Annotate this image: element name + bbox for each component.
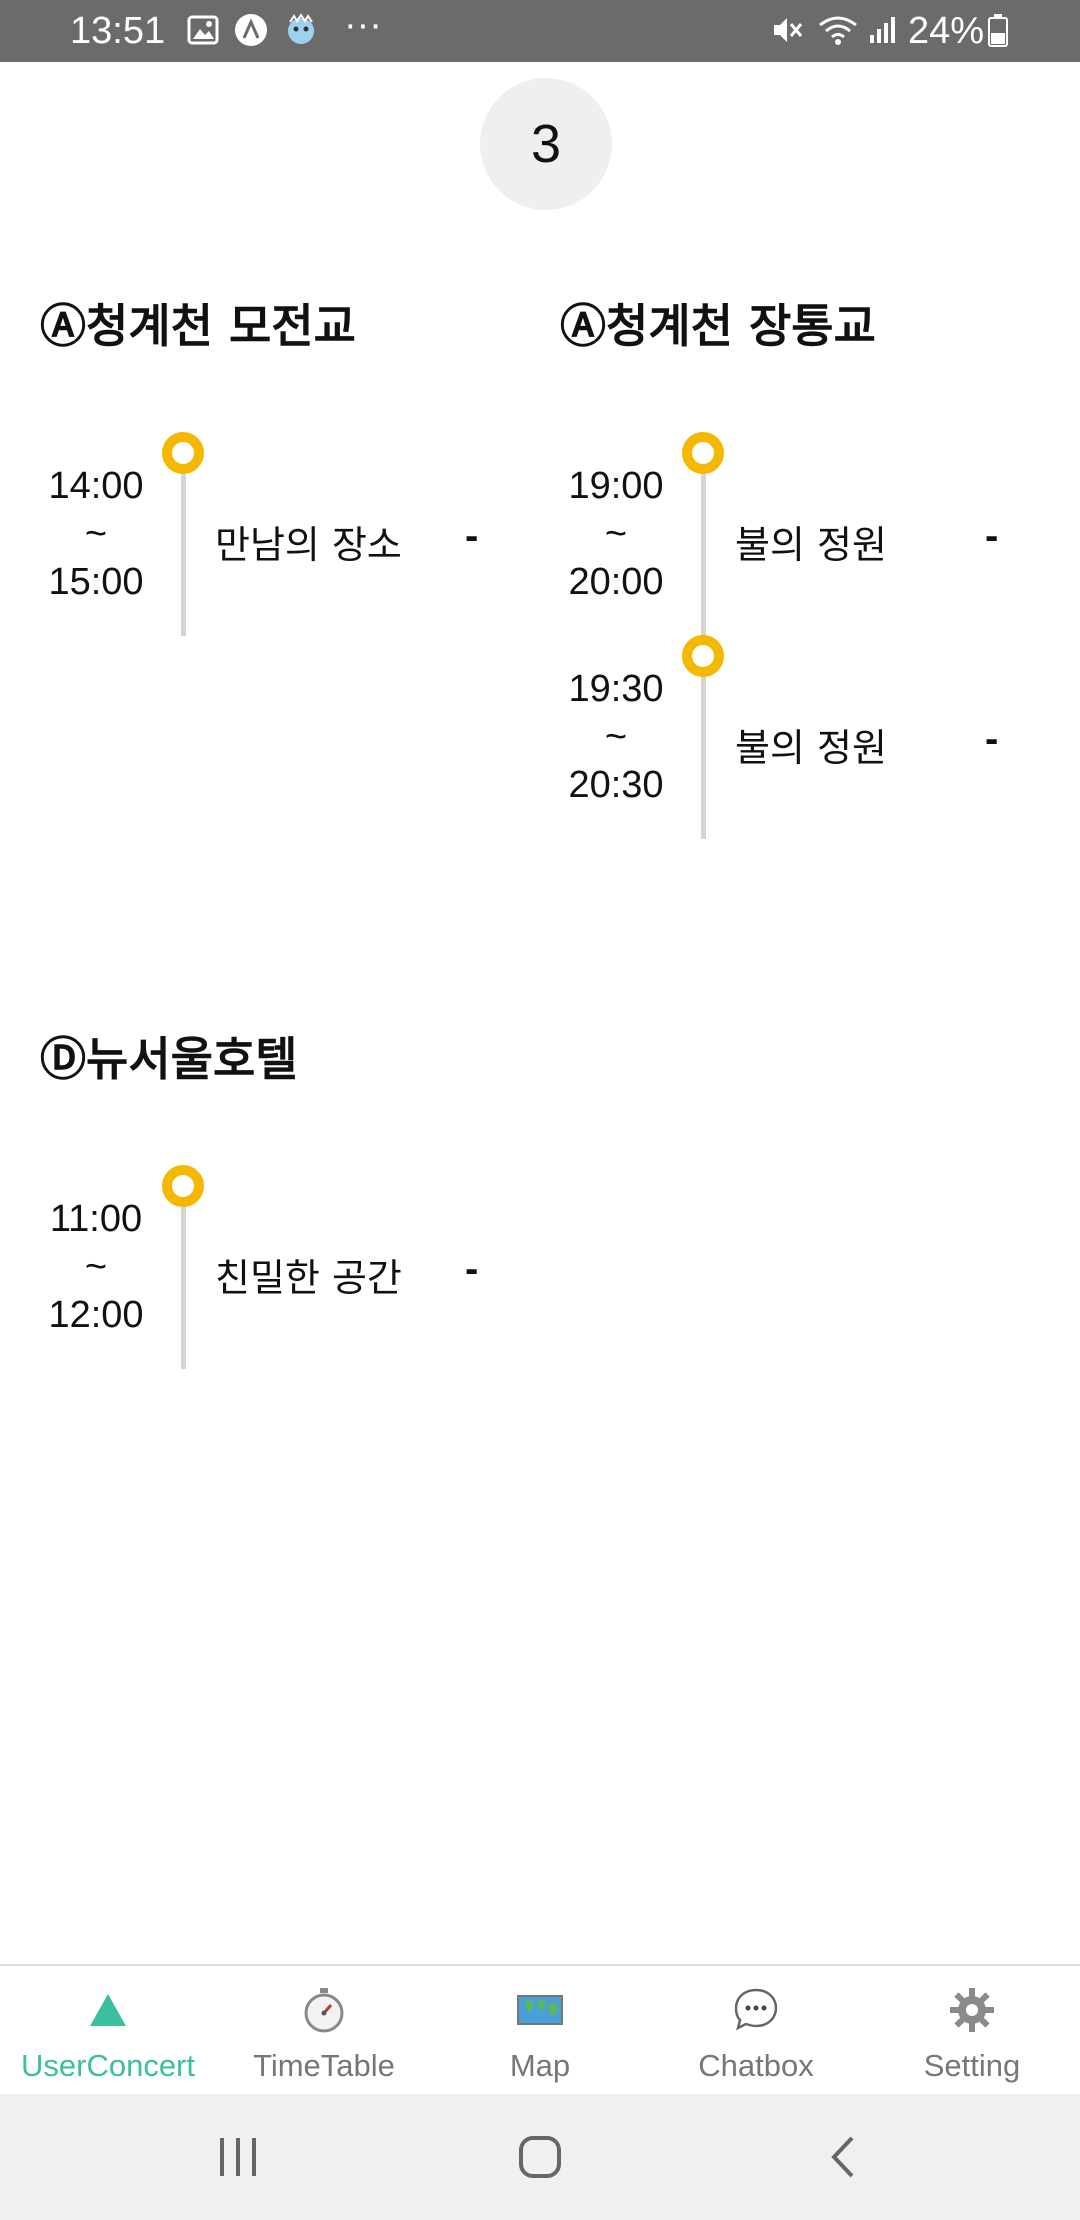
end-time: 20:00 — [568, 561, 664, 603]
timeline-dot-icon — [682, 432, 724, 474]
end-time: 15:00 — [48, 561, 144, 603]
event-dash: - — [465, 514, 479, 558]
event-name: 불의 정원 — [735, 726, 887, 770]
mute-icon — [774, 18, 803, 42]
time-separator: ~ — [604, 513, 628, 555]
status-bar: 13:51 ··· 24% — [0, 0, 1080, 62]
event-item[interactable]: 14:00 ~ 15:00 만남의 장소 - — [40, 432, 540, 636]
event-time: 19:00 ~ 20:00 — [560, 462, 672, 606]
stage-section: Ⓓ뉴서울호텔 11:00 ~ 12:00 친밀한 공간 - — [40, 1023, 540, 1383]
start-time: 14:00 — [48, 465, 144, 507]
more-notifications-icon: ··· — [344, 4, 382, 46]
world-map-icon — [517, 1995, 563, 2025]
time-separator: ~ — [84, 1246, 108, 1288]
time-separator: ~ — [84, 513, 108, 555]
timeline-line — [701, 663, 706, 839]
nav-item-map[interactable]: Map — [432, 1966, 648, 2096]
nav-item-chatbox[interactable]: Chatbox — [648, 1966, 864, 2096]
gallery-icon — [187, 15, 219, 45]
timeline-dot-icon — [162, 432, 204, 474]
end-time: 12:00 — [48, 1294, 144, 1336]
timeline-dot-icon — [682, 635, 724, 677]
battery-icon — [988, 14, 1008, 47]
event-dash: - — [985, 717, 999, 761]
stage-title: Ⓓ뉴서울호텔 — [40, 1032, 298, 1086]
event-time: 14:00 ~ 15:00 — [40, 462, 152, 606]
timeline-line — [701, 460, 706, 636]
stage-title: Ⓐ청계천 모전교 — [40, 299, 356, 353]
time-separator: ~ — [604, 716, 628, 758]
nav-label: UserConcert — [21, 2048, 195, 2083]
nav-item-userconcert[interactable]: UserConcert — [0, 1966, 216, 2096]
battery-percent: 24% — [908, 10, 985, 52]
stage-section: Ⓐ청계천 장통교 19:00 ~ 20:00 불의 정원 - 19:30 ~ 2… — [560, 290, 1060, 850]
back-icon[interactable] — [802, 2124, 882, 2190]
end-time: 20:30 — [568, 764, 664, 806]
nav-label: TimeTable — [253, 2048, 395, 2083]
event-time: 19:30 ~ 20:30 — [560, 665, 672, 809]
start-time: 19:00 — [568, 465, 664, 507]
event-item[interactable]: 11:00 ~ 12:00 친밀한 공간 - — [40, 1165, 540, 1369]
nav-item-timetable[interactable]: TimeTable — [216, 1966, 432, 2096]
mascot-app-icon — [288, 13, 314, 44]
event-item[interactable]: 19:00 ~ 20:00 불의 정원 - — [560, 432, 1060, 636]
event-dash: - — [985, 514, 999, 558]
chat-bubble-icon — [734, 1988, 778, 2031]
app-a-icon — [235, 14, 267, 46]
start-time: 19:30 — [568, 668, 664, 710]
stopwatch-icon — [304, 1988, 344, 2033]
day-badge[interactable]: 3 — [480, 78, 612, 210]
home-icon[interactable] — [500, 2124, 580, 2190]
gear-icon — [950, 1988, 994, 2032]
nav-label: Setting — [923, 2048, 1021, 2083]
timeline-dot-icon — [162, 1165, 204, 1207]
event-time: 11:00 ~ 12:00 — [40, 1195, 152, 1339]
recent-apps-icon[interactable] — [198, 2124, 278, 2190]
timeline-line — [181, 460, 186, 636]
event-name: 만남의 장소 — [215, 523, 402, 567]
system-nav-bar — [0, 2094, 1080, 2220]
event-name: 불의 정원 — [735, 523, 887, 567]
stage-title: Ⓐ청계천 장통교 — [560, 299, 876, 353]
event-item[interactable]: 19:30 ~ 20:30 불의 정원 - — [560, 635, 1060, 839]
status-time: 13:51 — [70, 10, 166, 52]
start-time: 11:00 — [49, 1198, 143, 1240]
nav-item-setting[interactable]: Setting — [864, 1966, 1080, 2096]
bottom-nav: UserConcert TimeTable Map Chatbox Settin… — [0, 1964, 1080, 2094]
event-name: 친밀한 공간 — [215, 1256, 402, 1300]
signal-icon — [870, 17, 895, 43]
triangle-icon — [90, 1994, 126, 2026]
stage-section: Ⓐ청계천 모전교 14:00 ~ 15:00 만남의 장소 - — [40, 290, 540, 650]
wifi-icon — [819, 16, 857, 45]
event-dash: - — [465, 1247, 479, 1291]
timeline-line — [181, 1193, 186, 1369]
nav-label: Chatbox — [698, 2048, 814, 2083]
nav-label: Map — [509, 2048, 571, 2083]
